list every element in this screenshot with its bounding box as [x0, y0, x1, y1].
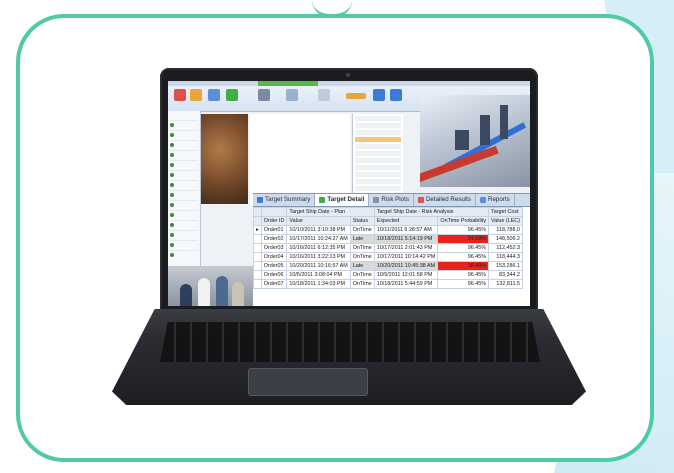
row-selector[interactable] [253, 270, 262, 280]
table-cell: 10/16/2011 3:22:13 PM [286, 252, 351, 262]
row-selector[interactable] [253, 279, 262, 289]
target-detail-table: Target Ship Date - Plan Target Ship Date… [253, 207, 523, 289]
table-cell: 10/18/2011 5:14:19 PM [373, 234, 439, 244]
table-cell: 153,286.1 [488, 261, 523, 271]
col-order-id[interactable]: Order ID [260, 216, 288, 226]
group-header-plan: Target Ship Date - Plan [286, 207, 375, 217]
table-cell: 10/17/2011 10:24:27 AM [286, 234, 351, 244]
table-cell: OnTime [349, 270, 375, 280]
ribbon-play-icon[interactable] [373, 89, 385, 101]
col-expected[interactable]: Expected [373, 216, 439, 226]
laptop-touchpad [248, 368, 368, 396]
table-cell: Order04 [260, 252, 288, 262]
table-row[interactable]: Order03 10/16/2011 6:12:35 PM OnTime 10/17/… [253, 243, 523, 253]
col-status[interactable]: Status [349, 216, 375, 226]
ribbon-chart-icon[interactable] [286, 89, 298, 101]
table-cell: 83,344.2 [488, 270, 523, 280]
ribbon-folder-icon[interactable] [190, 89, 202, 101]
table-cell: Order01 [260, 225, 288, 235]
detail-icon [319, 197, 326, 203]
results-icon [417, 197, 424, 203]
team-photo [168, 266, 253, 306]
table-cell: OnTime [349, 225, 375, 235]
table-cell: Late [349, 234, 375, 244]
table-cell: 96.45% [437, 270, 490, 280]
table-cell: 10/18/2011 1:34:03 PM [286, 279, 351, 289]
table-cell: 10/20/2011 10:16:57 AM [286, 261, 351, 271]
table-cell: Order07 [260, 279, 288, 289]
ribbon-run-icon[interactable] [174, 89, 186, 101]
table-cell: Order06 [260, 270, 288, 280]
table-cell: 10/18/2011 5:44:59 PM [373, 279, 439, 289]
table-cell: Order02 [260, 234, 288, 244]
laptop-lid: Target Summary Target Detail Risk Plots … [160, 68, 538, 311]
terrain-map-image [201, 114, 248, 204]
tab-target-summary[interactable]: Target Summary [253, 194, 316, 206]
table-cell: 118,444.3 [488, 252, 523, 262]
table-row[interactable]: Order06 10/5/2011 3:08:04 PM OnTime 10/5/20… [253, 270, 523, 280]
ribbon-options-icon[interactable] [318, 89, 330, 101]
results-tabs: Target Summary Target Detail Risk Plots … [253, 194, 530, 207]
col-value-lec[interactable]: Value (LEC) [488, 216, 523, 226]
laptop-keyboard [160, 322, 540, 362]
laptop-screen: Target Summary Target Detail Risk Plots … [168, 81, 530, 306]
table-cell: OnTime [349, 243, 375, 253]
tab-detailed-results[interactable]: Detailed Results [414, 194, 476, 206]
table-cell: 24.68% [437, 234, 490, 244]
row-selector[interactable] [253, 261, 262, 271]
group-header-risk: Target Ship Date - Risk Analysis [373, 207, 490, 217]
table-cell: 96.45% [437, 243, 490, 253]
table-cell: 10/10/2011 3:10:38 PM [286, 225, 351, 235]
summary-icon [257, 197, 263, 203]
reports-icon [480, 197, 486, 203]
tab-risk-plots[interactable]: Risk Plots [369, 194, 414, 206]
col-ontime-probability[interactable]: OnTime Probability [437, 216, 490, 226]
table-cell: 10/17/2011 10:14:42 PM [373, 252, 439, 262]
table-cell: 18.45% [437, 261, 490, 271]
table-cell: OnTime [349, 279, 375, 289]
row-selector[interactable] [253, 243, 262, 253]
table-cell: 112,452.3 [488, 243, 523, 253]
ribbon-results-icon[interactable] [226, 89, 238, 101]
table-row[interactable]: Order07 10/18/2011 1:34:03 PM OnTime 10/18/… [253, 279, 523, 289]
table-row[interactable]: Order04 10/16/2011 3:22:13 PM OnTime 10/17/… [253, 252, 523, 262]
ribbon-model-icon[interactable] [208, 89, 220, 101]
table-cell: 10/17/2011 2:01:43 PM [373, 243, 439, 253]
facility-3d-view[interactable] [420, 95, 530, 187]
table-row[interactable]: Order05 10/20/2011 10:16:57 AM Late 10/20/2… [253, 261, 523, 271]
group-header-cost: Target Cost [488, 207, 523, 217]
table-row[interactable]: ▸ Order01 10/10/2011 3:10:38 PM OnTime 10/11… [253, 225, 523, 235]
table-cell: Order05 [260, 261, 288, 271]
webcam-icon [346, 73, 350, 77]
table-cell: 132,811.5 [488, 279, 523, 289]
table-cell: Late [349, 261, 375, 271]
row-selector[interactable]: ▸ [253, 225, 262, 235]
table-cell: 96.45% [437, 279, 490, 289]
table-cell: 96.45% [437, 252, 490, 262]
table-cell: 10/5/2011 12:01:58 PM [373, 270, 439, 280]
table-cell: Order03 [260, 243, 288, 253]
document-canvas [250, 114, 412, 208]
tab-target-detail[interactable]: Target Detail [315, 194, 370, 206]
plot-icon [373, 197, 380, 203]
row-selector[interactable] [253, 234, 262, 244]
row-selector[interactable] [253, 252, 262, 262]
results-grid-panel: Target Summary Target Detail Risk Plots … [253, 193, 530, 306]
ribbon-stop-icon[interactable] [390, 89, 402, 101]
table-cell: 10/20/2011 10:45:38 AM [373, 261, 439, 271]
table-cell: 118,788.0 [488, 225, 523, 235]
table-cell: 96.45% [437, 225, 490, 235]
ribbon-speed-slider[interactable] [346, 93, 366, 99]
tab-reports[interactable]: Reports [476, 194, 515, 206]
table-cell: 10/11/2011 6:28:57 AM [373, 225, 439, 235]
app-title-bar [168, 81, 530, 86]
table-cell: 10/5/2011 3:08:04 PM [286, 270, 351, 280]
col-value[interactable]: Value [286, 216, 351, 226]
table-cell: 148,506.2 [488, 234, 523, 244]
table-row[interactable]: Order02 10/17/2011 10:24:27 AM Late 10/18/2… [253, 234, 523, 244]
ribbon-table-icon[interactable] [258, 89, 270, 101]
table-cell: OnTime [349, 252, 375, 262]
table-cell: 10/16/2011 6:12:35 PM [286, 243, 351, 253]
